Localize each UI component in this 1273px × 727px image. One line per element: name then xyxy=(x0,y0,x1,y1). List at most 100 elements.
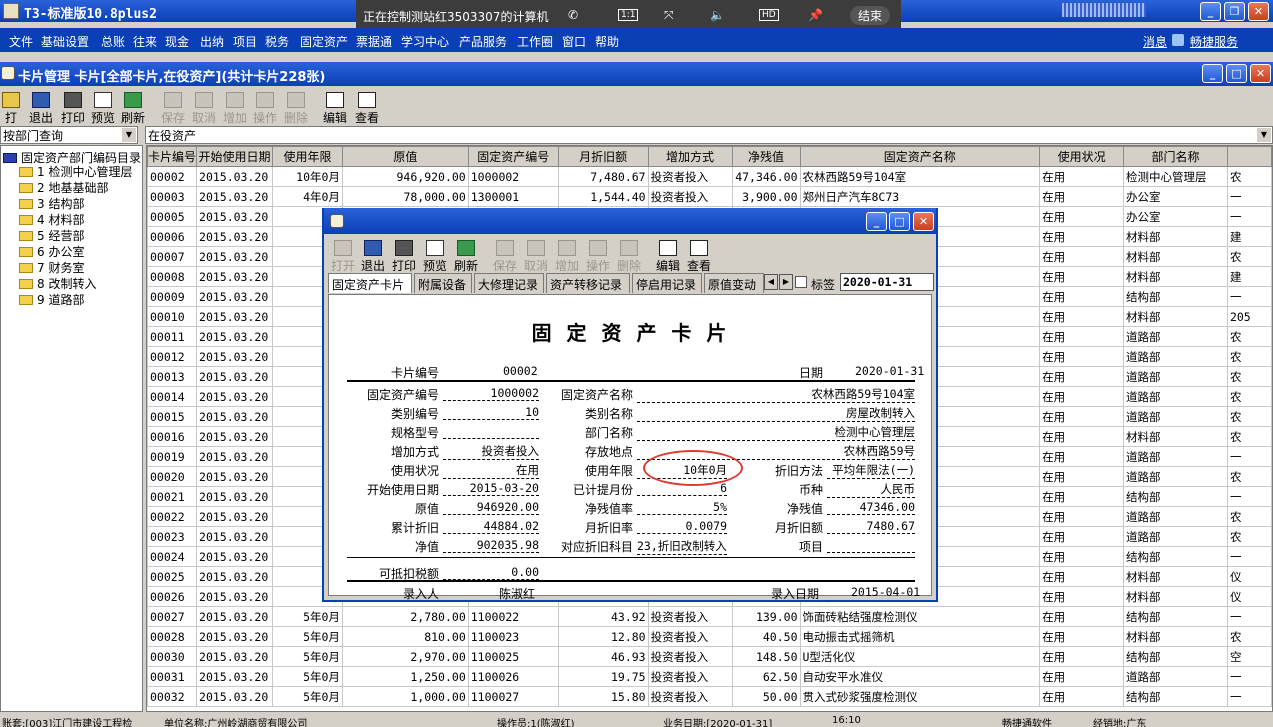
table-row[interactable]: 00028 2015.03.20 5年0月 810.00 1100023 12.80 投资者… xyxy=(147,626,1272,647)
tree-item[interactable]: 2 地基基础部 xyxy=(19,180,132,196)
table-row[interactable]: 00032 2015.03.20 5年0月 1,000.00 1100027 15.80 投… xyxy=(147,686,1272,707)
cancel-button[interactable]: 取消 xyxy=(191,92,217,126)
menu-fixed-assets[interactable]: 固定资产 xyxy=(300,33,348,50)
grid-header-cell[interactable]: 卡片编号 xyxy=(147,146,198,167)
edit-button[interactable]: 编辑 xyxy=(322,92,348,126)
residual-value[interactable]: 47346.00 xyxy=(827,500,915,515)
tree-item[interactable]: 9 道路部 xyxy=(19,292,132,308)
spec-value[interactable] xyxy=(443,424,539,439)
dlg-refresh-button[interactable]: 刷新 xyxy=(453,240,479,274)
dlg-open-button[interactable]: 打开 xyxy=(330,240,356,274)
menu-learning[interactable]: 学习中心 xyxy=(401,33,449,50)
grid-header-cell[interactable]: 净残值 xyxy=(731,146,801,167)
start-date-value[interactable]: 2015-03-20 xyxy=(443,481,539,496)
menu-ledger[interactable]: 总账 xyxy=(101,33,125,50)
tab-suspend[interactable]: 停启用记录 xyxy=(632,273,702,293)
grid-header-cell[interactable]: 月折旧额 xyxy=(557,146,649,167)
tree-item[interactable]: 3 结构部 xyxy=(19,196,132,212)
hd-icon[interactable]: HD xyxy=(759,9,779,21)
menu-service[interactable]: 畅捷服务 xyxy=(1190,33,1238,50)
tab-scroll-right-icon[interactable]: ▶ xyxy=(779,274,793,290)
dlg-print-button[interactable]: 打印 xyxy=(391,240,417,274)
dlg-exit-button[interactable]: 退出 xyxy=(360,240,386,274)
card-minimize-button[interactable]: _ xyxy=(1202,64,1223,83)
table-row[interactable]: 00003 2015.03.20 4年0月 78,000.00 1300001 1,544… xyxy=(147,186,1272,207)
menu-project[interactable]: 项目 xyxy=(233,33,257,50)
menu-help[interactable]: 帮助 xyxy=(595,33,619,50)
card-close-button[interactable]: ✕ xyxy=(1250,64,1271,83)
exit-button[interactable]: 退出 xyxy=(28,92,54,126)
grid-header-cell[interactable]: 固定资产编号 xyxy=(467,146,559,167)
tree-item[interactable]: 1 检测中心管理层 xyxy=(19,164,132,180)
monthly-rate-value[interactable]: 0.0079 xyxy=(637,519,727,534)
tree-item[interactable]: 6 办公室 xyxy=(19,244,132,260)
menu-products[interactable]: 产品服务 xyxy=(459,33,507,50)
tree-item[interactable]: 5 经营部 xyxy=(19,228,132,244)
pin-icon[interactable]: 📌 xyxy=(808,8,823,22)
menu-messages[interactable]: 消息 xyxy=(1143,33,1167,50)
category-no-value[interactable]: 10 xyxy=(443,405,539,420)
depreciation-method-value[interactable]: 平均年限法(一) xyxy=(827,462,915,479)
menu-basic-settings[interactable]: 基础设置 xyxy=(41,33,89,50)
operate-button[interactable]: 操作 xyxy=(252,92,278,126)
grid-header-cell[interactable]: 使用年限 xyxy=(272,146,343,167)
add-method-value[interactable]: 投资者投入 xyxy=(443,443,539,460)
tab-accessories[interactable]: 附属设备 xyxy=(414,273,472,293)
months-value[interactable]: 6 xyxy=(637,481,727,496)
chevron-down-icon[interactable]: ▼ xyxy=(1257,128,1271,142)
menu-window[interactable]: 窗口 xyxy=(562,33,586,50)
dlg-save-button[interactable]: 保存 xyxy=(492,240,518,274)
tab-asset-card[interactable]: 固定资产卡片 xyxy=(328,273,412,293)
preview-button[interactable]: 预览 xyxy=(90,92,116,126)
asset-name-value[interactable]: 农林西路59号104室 xyxy=(637,386,915,403)
print-button[interactable]: 打印 xyxy=(60,92,86,126)
table-row[interactable]: 00027 2015.03.20 5年0月 2,780.00 1100022 43.92 投… xyxy=(147,606,1272,627)
menu-cashier[interactable]: 出纳 xyxy=(200,33,224,50)
dlg-add-button[interactable]: 增加 xyxy=(554,240,580,274)
vat-value[interactable]: 0.00 xyxy=(443,565,539,580)
minimize-button[interactable]: _ xyxy=(1200,2,1221,21)
dlg-cancel-button[interactable]: 取消 xyxy=(523,240,549,274)
dlg-operate-button[interactable]: 操作 xyxy=(585,240,611,274)
project-value[interactable] xyxy=(827,538,915,553)
tree-item[interactable]: 7 财务室 xyxy=(19,260,132,276)
monthly-depr-value[interactable]: 7480.67 xyxy=(827,519,915,534)
grid-header-cell[interactable]: 增加方式 xyxy=(647,146,733,167)
tab-transfer[interactable]: 资产转移记录 xyxy=(546,273,630,293)
tag-checkbox[interactable] xyxy=(795,276,807,288)
dialog-maximize-button[interactable]: □ xyxy=(889,212,910,231)
category-name-value[interactable]: 房屋改制转入 xyxy=(637,405,915,422)
currency-value[interactable]: 人民币 xyxy=(827,481,915,498)
tab-scroll-left-icon[interactable]: ◀ xyxy=(764,274,778,290)
fullscreen-icon[interactable]: ⤧ xyxy=(664,8,674,23)
accum-depr-value[interactable]: 44884.02 xyxy=(443,519,539,534)
tag-date-field[interactable]: 2020-01-31 xyxy=(840,273,934,291)
grid-header-cell[interactable]: 开始使用日期 xyxy=(196,146,273,167)
card-maximize-button[interactable]: □ xyxy=(1226,64,1247,83)
grid-header-cell[interactable]: 使用状况 xyxy=(1039,146,1125,167)
menu-workcircle[interactable]: 工作圈 xyxy=(517,33,553,50)
add-button[interactable]: 增加 xyxy=(222,92,248,126)
menu-cash[interactable]: 现金 xyxy=(165,33,189,50)
save-button[interactable]: 保存 xyxy=(160,92,186,126)
view-button[interactable]: 查看 xyxy=(354,92,380,126)
net-value[interactable]: 902035.98 xyxy=(443,538,539,553)
depr-subject-value[interactable]: 23,折旧改制转入 xyxy=(637,538,727,555)
tab-overhaul[interactable]: 大修理记录 xyxy=(474,273,544,293)
volume-icon[interactable]: 🔈 xyxy=(710,8,725,22)
residual-rate-value[interactable]: 5% xyxy=(637,500,727,515)
screen-ratio-icon[interactable]: 1:1 xyxy=(618,9,639,21)
tree-item[interactable]: 4 材料部 xyxy=(19,212,132,228)
end-button[interactable]: 结束 xyxy=(850,6,891,25)
original-value[interactable]: 946920.00 xyxy=(443,500,539,515)
grid-header-cell[interactable] xyxy=(1226,146,1272,167)
delete-button[interactable]: 删除 xyxy=(283,92,309,126)
menu-bills[interactable]: 票据通 xyxy=(356,33,392,50)
menu-tax[interactable]: 税务 xyxy=(265,33,289,50)
dialog-minimize-button[interactable]: _ xyxy=(866,212,887,231)
dlg-delete-button[interactable]: 删除 xyxy=(616,240,642,274)
asset-no-value[interactable]: 1000002 xyxy=(443,386,539,401)
grid-header-cell[interactable]: 固定资产名称 xyxy=(799,146,1041,167)
phone-icon[interactable]: ✆ xyxy=(568,8,578,22)
table-row[interactable]: 00030 2015.03.20 5年0月 2,970.00 1100025 46.93 投… xyxy=(147,646,1272,667)
